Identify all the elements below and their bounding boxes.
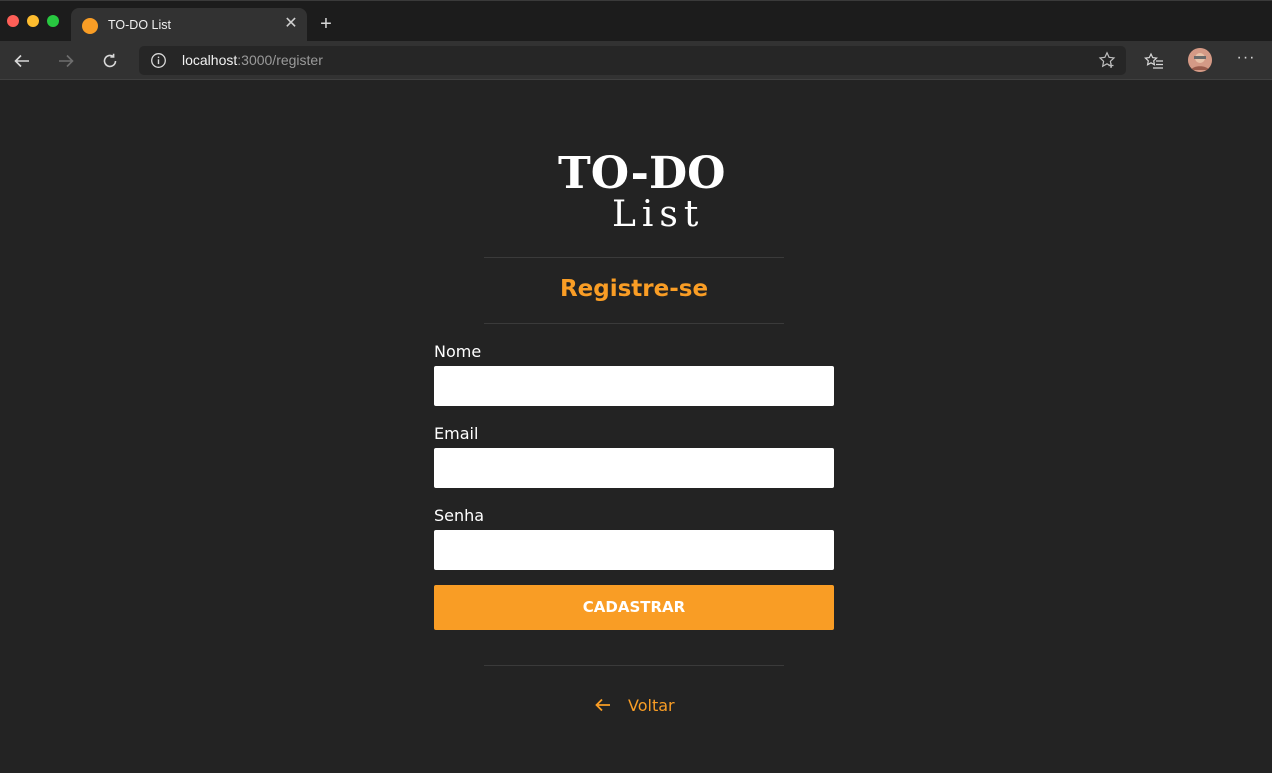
divider-title-bottom <box>484 323 784 324</box>
tab-favicon-icon <box>82 18 98 34</box>
divider-top <box>484 257 784 258</box>
name-label: Nome <box>434 342 482 361</box>
favorites-icon[interactable] <box>1141 48 1167 74</box>
new-tab-button[interactable]: + <box>316 14 336 34</box>
browser-toolbar: localhost:3000/register ··· <box>0 41 1272 80</box>
page-title: Registre-se <box>559 276 709 302</box>
divider-bottom <box>484 665 784 666</box>
address-path: :3000/register <box>237 52 323 68</box>
register-submit-button[interactable]: CADASTRAR <box>434 585 834 630</box>
tab-close-icon[interactable]: ✕ <box>282 15 300 33</box>
register-page: TO-DO List Registre-se Nome Email Senha … <box>0 81 1272 773</box>
address-url[interactable]: localhost:3000/register <box>182 52 323 68</box>
star-icon[interactable] <box>1098 51 1116 69</box>
address-bar[interactable]: localhost:3000/register <box>139 46 1126 75</box>
reload-icon[interactable] <box>97 48 123 74</box>
browser-tab[interactable]: TO-DO List ✕ <box>71 8 307 42</box>
maximize-window-button[interactable] <box>47 15 59 27</box>
forward-arrow-icon[interactable] <box>53 48 79 74</box>
back-link[interactable]: Voltar <box>594 693 675 717</box>
back-link-label: Voltar <box>628 695 675 715</box>
back-arrow-icon[interactable] <box>9 48 35 74</box>
app-logo: TO-DO List <box>558 148 725 235</box>
address-host: localhost <box>182 52 238 68</box>
close-window-button[interactable] <box>7 15 19 27</box>
logo-line-2: List <box>612 194 705 235</box>
arrow-left-icon <box>595 698 610 712</box>
browser-titlebar: TO-DO List ✕ + <box>0 0 1272 42</box>
profile-avatar[interactable] <box>1188 48 1212 72</box>
email-input[interactable] <box>434 448 834 488</box>
info-icon[interactable] <box>150 52 167 69</box>
logo-line-1: TO-DO <box>558 148 726 199</box>
more-icon[interactable]: ··· <box>1234 49 1258 69</box>
password-label: Senha <box>434 506 485 525</box>
minimize-window-button[interactable] <box>27 15 39 27</box>
name-input[interactable] <box>434 366 834 406</box>
tab-title: TO-DO List <box>108 18 171 32</box>
password-input[interactable] <box>434 530 834 570</box>
email-label: Email <box>434 424 479 443</box>
